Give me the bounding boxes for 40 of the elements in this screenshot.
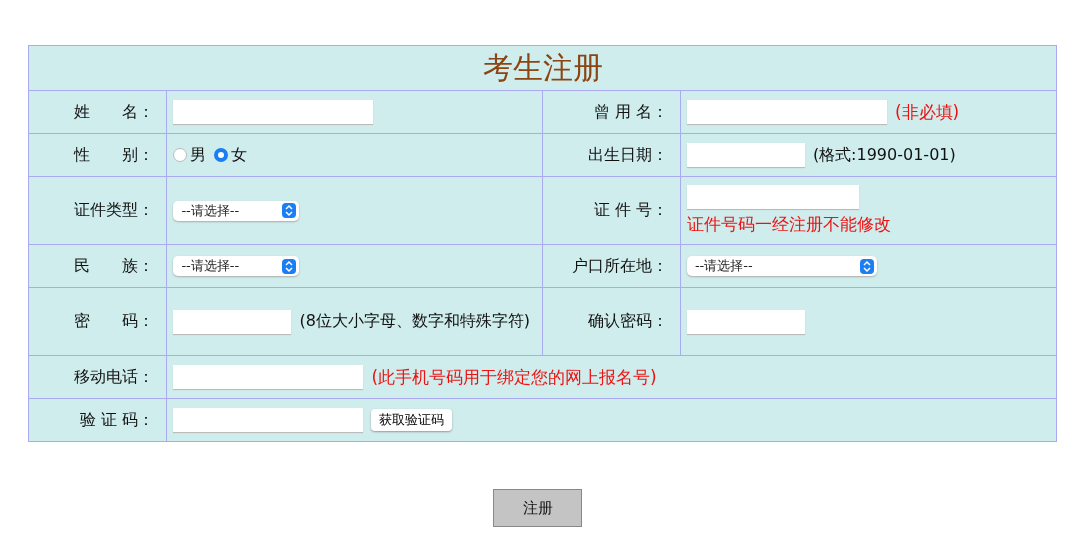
- field-label: 曾 用 名：: [543, 90, 681, 134]
- text-field[interactable]: [686, 143, 805, 167]
- field-label: 证 件 号：: [543, 176, 681, 245]
- hint-text: (8位大小字母、数字和特殊字符): [299, 311, 531, 332]
- text-field[interactable]: [173, 100, 374, 124]
- text-field[interactable]: [686, 100, 887, 124]
- text-field[interactable]: [686, 185, 859, 209]
- field-label: 证件类型：: [28, 176, 167, 245]
- radio-label: 女: [231, 144, 248, 166]
- field-label: 性 别：: [28, 133, 167, 177]
- radio-option[interactable]: 女: [214, 144, 248, 166]
- field-label: 民 族：: [28, 244, 167, 288]
- field-label: 验 证 码：: [28, 398, 167, 442]
- form-title: 考生注册: [28, 45, 1057, 91]
- hint-text: (此手机号码用于绑定您的网上报名号): [371, 365, 657, 389]
- register-button[interactable]: 注册: [493, 489, 582, 527]
- field-label: 户口所在地：: [543, 244, 681, 288]
- field-label: 确认密码：: [543, 287, 681, 356]
- chevron-icon: [282, 203, 297, 218]
- dropdown[interactable]: --请选择--: [686, 256, 877, 276]
- radio-button[interactable]: [214, 148, 229, 162]
- get-code-button[interactable]: 获取验证码: [371, 409, 453, 431]
- hint-text: (非必填): [894, 100, 960, 124]
- chevron-icon: [282, 258, 297, 274]
- text-field[interactable]: [173, 309, 292, 334]
- text-field[interactable]: [686, 309, 805, 334]
- radio-option[interactable]: 男: [173, 144, 207, 166]
- chevron-icon: [859, 258, 874, 274]
- field-label: 密 码：: [28, 287, 167, 356]
- radio-label: 男: [190, 144, 207, 166]
- radio-button[interactable]: [173, 148, 188, 162]
- hint-text: 证件号码一经注册不能修改: [686, 213, 891, 236]
- dropdown[interactable]: --请选择--: [173, 200, 300, 221]
- dropdown[interactable]: --请选择--: [173, 256, 300, 276]
- field-label: 移动电话：: [28, 355, 167, 399]
- text-field[interactable]: [173, 408, 364, 432]
- field-label: 出生日期：: [543, 133, 681, 177]
- field-label: 姓 名：: [28, 90, 167, 134]
- text-field[interactable]: [173, 365, 364, 389]
- hint-text: (格式:1990-01-01): [812, 144, 956, 166]
